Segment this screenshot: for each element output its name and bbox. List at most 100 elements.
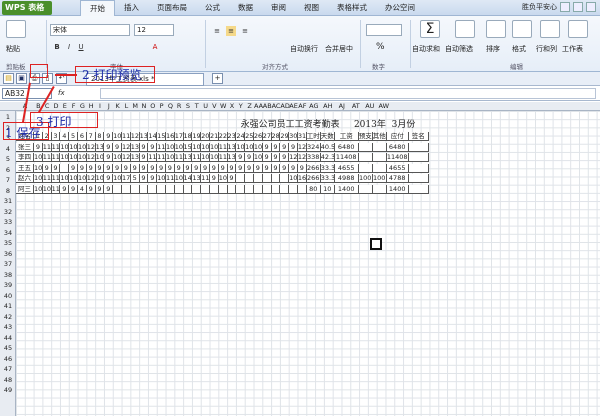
font-name-select[interactable]: 宋体	[50, 24, 130, 36]
table-cell[interactable]	[280, 184, 290, 194]
table-cell[interactable]	[130, 184, 140, 194]
table-cell[interactable]: 33.3	[320, 163, 335, 173]
table-cell[interactable]: 9	[209, 163, 219, 173]
table-cell[interactable]: 9	[42, 163, 52, 173]
table-cell[interactable]: 9	[148, 174, 158, 183]
column-header-E[interactable]: E	[60, 102, 69, 111]
table-cell[interactable]: 10	[60, 174, 70, 183]
table-cell[interactable]: 10	[77, 174, 87, 183]
table-cell[interactable]: 9	[236, 163, 246, 173]
table-cell[interactable]: 9	[86, 184, 96, 194]
row-header-36[interactable]: 36	[0, 250, 16, 258]
worksheet-button[interactable]: 工作表	[562, 44, 583, 54]
table-cell[interactable]: 9	[130, 163, 140, 173]
header-cell[interactable]: 9	[104, 132, 114, 141]
table-cell[interactable]: 9	[104, 142, 114, 152]
table-cell[interactable]: 10	[69, 174, 78, 183]
column-header-W[interactable]: W	[219, 102, 228, 111]
table-cell[interactable]: 李四	[16, 153, 34, 162]
table-cell[interactable]: 9	[157, 163, 166, 173]
table-cell[interactable]: 9	[69, 184, 78, 194]
table-cell[interactable]: 9	[95, 184, 105, 194]
table-cell[interactable]: 张三	[16, 142, 34, 152]
table-cell[interactable]: 9	[262, 153, 272, 162]
app-menu-button[interactable]: WPS 表格	[2, 1, 52, 15]
table-cell[interactable]: 10	[113, 153, 122, 162]
table-cell[interactable]	[297, 184, 307, 194]
row-header-34[interactable]: 34	[0, 229, 16, 237]
table-cell[interactable]: 10	[320, 184, 335, 194]
column-header-J[interactable]: J	[104, 102, 113, 111]
row-header-7[interactable]: 7	[0, 176, 16, 184]
table-cell[interactable]: 9	[139, 163, 149, 173]
table-cell[interactable]: 4988	[334, 174, 359, 183]
close-icon[interactable]	[586, 2, 596, 12]
header-cell[interactable]: 12	[130, 132, 140, 141]
table-cell[interactable]: 9	[271, 153, 281, 162]
header-cell[interactable]: 13	[139, 132, 149, 141]
column-header-K[interactable]: K	[113, 102, 122, 111]
wrap-text-button[interactable]: 自动换行	[290, 44, 318, 54]
table-cell[interactable]: 9	[60, 184, 70, 194]
header-cell[interactable]: 19	[192, 132, 202, 141]
row-header-48[interactable]: 48	[0, 376, 16, 384]
table-cell[interactable]: 17	[121, 174, 131, 183]
table-cell[interactable]: 13	[227, 142, 237, 152]
table-cell[interactable]: 10	[77, 153, 87, 162]
filter-icon[interactable]	[455, 20, 475, 38]
header-cell[interactable]: 22	[218, 132, 228, 141]
row-header-49[interactable]: 49	[0, 386, 16, 394]
table-cell[interactable]: 9	[104, 153, 114, 162]
number-format-select[interactable]	[366, 24, 402, 36]
column-header-AB[interactable]: AB	[263, 102, 272, 111]
header-cell[interactable]: 27	[262, 132, 272, 141]
header-cell[interactable]: 工资	[334, 132, 359, 141]
table-cell[interactable]: 9	[104, 163, 114, 173]
menu-4[interactable]: 数据	[229, 0, 262, 16]
help-icon[interactable]	[560, 2, 570, 12]
table-cell[interactable]: 4655	[334, 163, 359, 173]
table-cell[interactable]	[408, 184, 429, 194]
font-size-select[interactable]: 12	[134, 24, 174, 36]
header-cell[interactable]: 26	[253, 132, 263, 141]
row-header-6[interactable]: 6	[0, 166, 16, 174]
table-cell[interactable]: 14	[183, 174, 193, 183]
user-name[interactable]: 胜负平安心	[522, 2, 557, 12]
column-header-AA[interactable]: AA	[254, 102, 263, 111]
table-cell[interactable]: 9	[236, 153, 246, 162]
row-header-47[interactable]: 47	[0, 365, 16, 373]
header-cell[interactable]: 3	[51, 132, 61, 141]
table-cell[interactable]: 13	[192, 174, 202, 183]
table-cell[interactable]: 10	[209, 153, 219, 162]
table-cell[interactable]	[280, 174, 290, 183]
table-cell[interactable]: 16	[297, 174, 307, 183]
header-cell[interactable]: 工时	[306, 132, 321, 141]
header-cell[interactable]: 24	[236, 132, 246, 141]
table-cell[interactable]: 9	[289, 142, 298, 152]
align-bottom-icon[interactable]: ≡	[240, 26, 250, 36]
header-cell[interactable]: 7	[86, 132, 96, 141]
column-header-AW[interactable]: AW	[377, 102, 391, 111]
column-header-O[interactable]: O	[148, 102, 157, 111]
table-cell[interactable]: 10	[34, 153, 43, 162]
column-header-P[interactable]: P	[157, 102, 166, 111]
table-cell[interactable]	[271, 174, 281, 183]
header-cell[interactable]: 6	[77, 132, 87, 141]
save-icon[interactable]: ▣	[16, 73, 27, 84]
font-color-button[interactable]: A	[150, 42, 160, 52]
row-header-45[interactable]: 45	[0, 344, 16, 352]
column-header-R[interactable]: R	[175, 102, 184, 111]
column-header-D[interactable]: D	[52, 102, 61, 111]
table-cell[interactable]: 11	[148, 153, 158, 162]
menu-3[interactable]: 公式	[196, 0, 229, 16]
table-cell[interactable]: 10	[69, 153, 78, 162]
column-header-U[interactable]: U	[201, 102, 210, 111]
column-header-H[interactable]: H	[87, 102, 96, 111]
column-header-I[interactable]: I	[96, 102, 105, 111]
column-header-AE[interactable]: AE	[289, 102, 298, 111]
row-header-44[interactable]: 44	[0, 334, 16, 342]
header-cell[interactable]: 10	[113, 132, 122, 141]
menu-6[interactable]: 视图	[295, 0, 328, 16]
column-header-AJ[interactable]: AJ	[335, 102, 349, 111]
row-header-4[interactable]: 4	[0, 145, 16, 153]
